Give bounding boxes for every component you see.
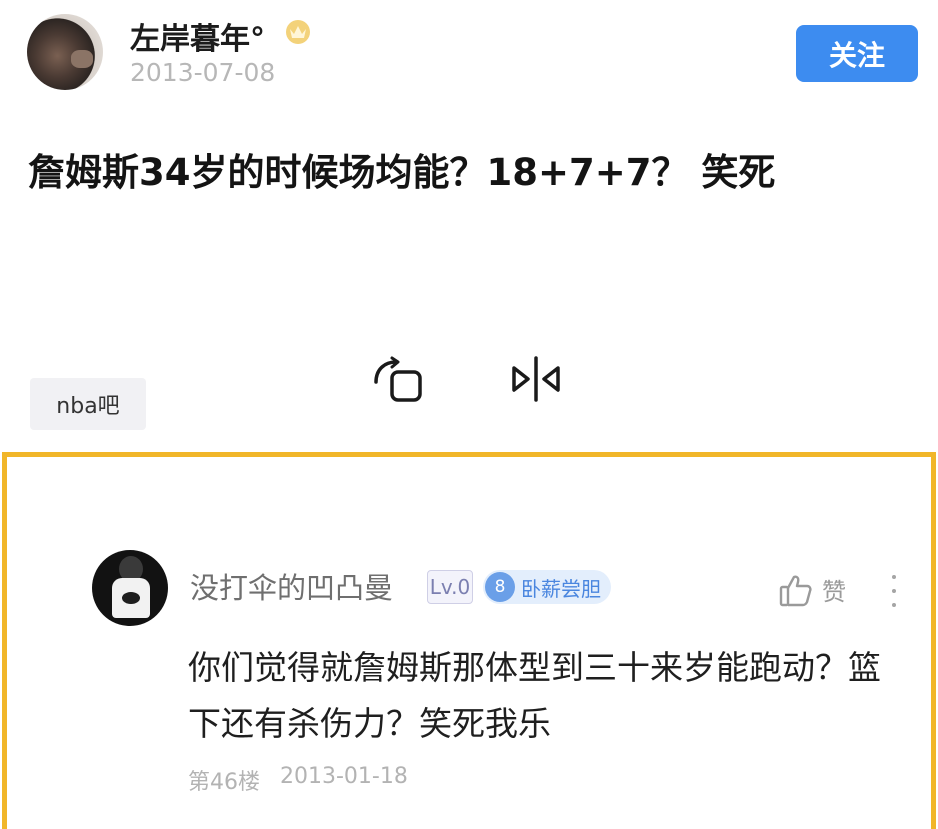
rotate-square-icon[interactable] [372,356,424,404]
follow-button[interactable]: 关注 [796,25,918,82]
post-title: 詹姆斯34岁的时候场均能？18+7+7？ 笑死 [28,151,776,194]
original-post: 左岸暮年° 2013-07-08 关注 詹姆斯34岁的时候场均能？18+7+7？… [0,0,938,450]
reply-content: 你们觉得就詹姆斯那体型到三十来岁能跑动？篮下还有杀伤力？笑死我乐 [188,648,881,743]
rank-badge: 8 卧薪尝胆 [483,570,611,604]
rank-title: 卧薪尝胆 [521,576,601,601]
rank-number: 8 [485,572,515,602]
like-label[interactable]: 赞 [822,572,846,607]
floor-number: 第46楼 [188,770,260,795]
forum-tag[interactable]: nba吧 [30,378,146,430]
thumbs-up-icon[interactable] [778,572,814,608]
post-date: 2013-07-08 [130,58,276,87]
vip-crown-icon [286,20,310,44]
reply-author-name[interactable]: 没打伞的凹凸曼 [190,565,393,607]
reply-date: 2013-01-18 [280,764,408,789]
flip-horizontal-icon[interactable] [508,354,564,404]
author-avatar[interactable] [27,14,103,90]
post-author-name[interactable]: 左岸暮年° [130,14,265,58]
more-options-icon[interactable] [890,571,898,607]
reply-author-avatar[interactable] [92,550,168,626]
level-badge: Lv.0 [427,570,473,604]
